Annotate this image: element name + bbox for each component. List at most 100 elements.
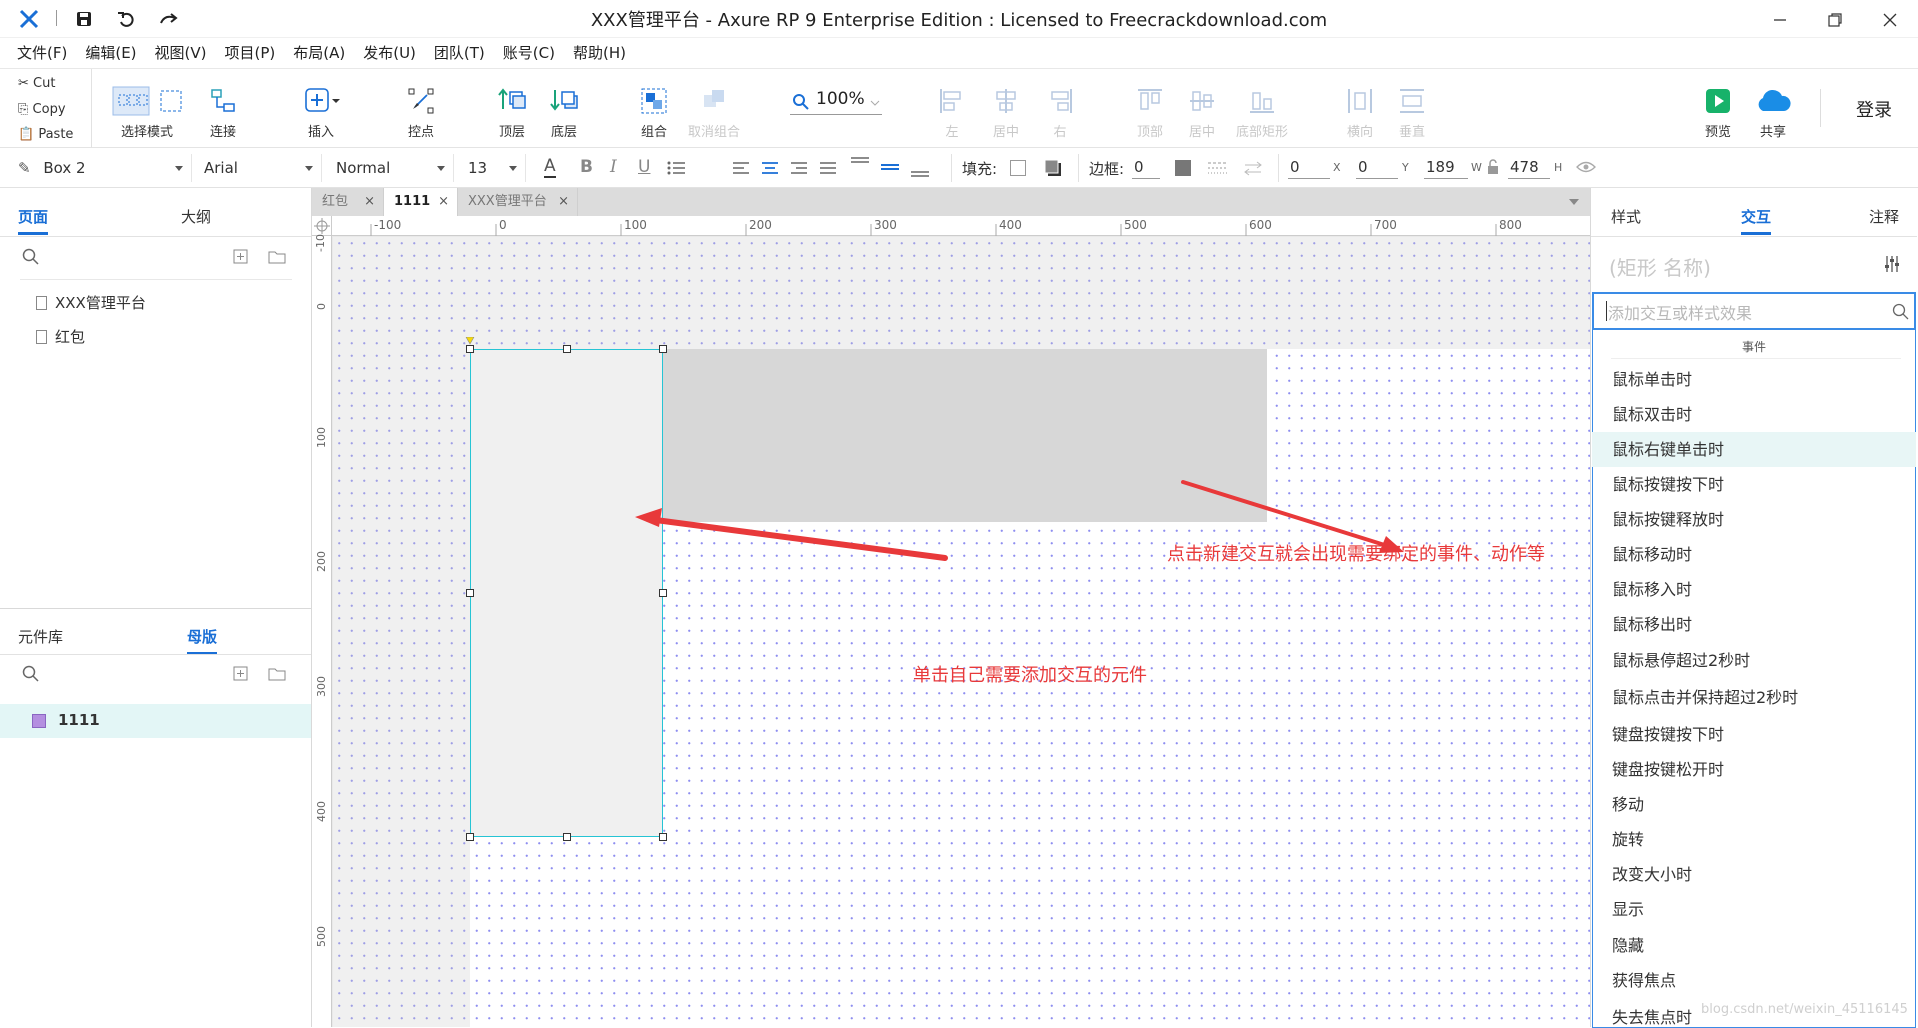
- preview-button[interactable]: 预览: [1700, 69, 1736, 149]
- event-item[interactable]: 获得焦点: [1592, 963, 1916, 998]
- design-canvas[interactable]: [333, 237, 1590, 1027]
- x-position-field[interactable]: 0: [1288, 157, 1330, 179]
- tab-outline[interactable]: 大纲: [181, 206, 211, 227]
- send-bottom-button[interactable]: 底层: [542, 69, 586, 149]
- border-style-icon[interactable]: [1207, 159, 1229, 177]
- doc-tab-active[interactable]: 1111 ×: [384, 188, 458, 216]
- menu-help[interactable]: 帮助(H): [564, 40, 635, 66]
- group-button[interactable]: 组合: [632, 69, 676, 149]
- tab-library[interactable]: 元件库: [18, 626, 63, 647]
- lock-aspect-icon[interactable]: [1486, 159, 1500, 175]
- text-align-center-icon[interactable]: [761, 160, 779, 176]
- gray-rectangle-widget[interactable]: [663, 349, 1267, 522]
- valign-top-icon[interactable]: [850, 156, 870, 178]
- align-center-button[interactable]: 居中: [988, 69, 1024, 149]
- masters-search-icon[interactable]: [22, 665, 40, 683]
- text-align-left-icon[interactable]: [732, 160, 750, 176]
- distribute-vertical-button[interactable]: 垂直: [1392, 69, 1432, 149]
- cut-button[interactable]: ✂ Cut: [18, 72, 55, 96]
- event-item[interactable]: 鼠标悬停超过2秒时: [1592, 643, 1916, 678]
- font-family-select[interactable]: Arial: [198, 154, 322, 182]
- page-item[interactable]: XXX管理平台: [36, 292, 146, 313]
- font-style-select[interactable]: Normal: [330, 154, 454, 182]
- login-button[interactable]: 登录: [1856, 96, 1892, 122]
- event-item[interactable]: 键盘按键松开时: [1592, 752, 1916, 787]
- select-mode-button[interactable]: 选择模式: [102, 69, 192, 149]
- align-middle-button[interactable]: 居中: [1184, 69, 1220, 149]
- page-item[interactable]: 红包: [36, 326, 85, 347]
- close-tab-icon[interactable]: ×: [438, 188, 449, 216]
- width-field[interactable]: 189: [1424, 157, 1468, 179]
- event-item[interactable]: 改变大小时: [1592, 857, 1916, 892]
- minimize-icon[interactable]: [1772, 12, 1788, 28]
- align-right-button[interactable]: 右: [1042, 69, 1078, 149]
- fill-color-swatch[interactable]: [1010, 160, 1026, 176]
- copy-button[interactable]: ⎘ Copy: [18, 98, 66, 122]
- event-item[interactable]: 旋转: [1592, 822, 1916, 857]
- zoom-select[interactable]: 100%: [790, 87, 882, 115]
- distribute-horizontal-button[interactable]: 横向: [1340, 69, 1380, 149]
- font-color-icon[interactable]: A: [544, 156, 556, 178]
- font-size-select[interactable]: 13: [462, 154, 526, 182]
- text-justify-icon[interactable]: [819, 160, 837, 176]
- align-bottom-button[interactable]: 底部矩形: [1232, 69, 1292, 149]
- tab-notes[interactable]: 注释: [1869, 206, 1899, 227]
- bold-icon[interactable]: B: [580, 157, 593, 177]
- event-item[interactable]: 移动: [1592, 787, 1916, 822]
- close-tab-icon[interactable]: ×: [364, 188, 375, 216]
- add-page-icon[interactable]: [233, 249, 249, 265]
- master-item-selected[interactable]: 1111: [0, 704, 311, 738]
- interaction-search-input[interactable]: 添加交互或样式效果: [1592, 292, 1916, 330]
- insert-button[interactable]: 插入: [296, 69, 346, 149]
- event-item[interactable]: 隐藏: [1592, 928, 1916, 963]
- close-tab-icon[interactable]: ×: [558, 188, 569, 216]
- point-button[interactable]: 控点: [398, 69, 444, 149]
- event-item[interactable]: 鼠标双击时: [1592, 397, 1916, 432]
- add-master-icon[interactable]: [233, 666, 249, 682]
- menu-team[interactable]: 团队(T): [425, 40, 494, 66]
- event-item[interactable]: 键盘按键按下时: [1592, 717, 1916, 752]
- ungroup-button[interactable]: 取消组合: [684, 69, 744, 149]
- menu-publish[interactable]: 发布(U): [354, 40, 425, 66]
- bring-top-button[interactable]: 顶层: [490, 69, 534, 149]
- doc-tab[interactable]: XXX管理平台 ×: [458, 188, 578, 216]
- event-item[interactable]: 鼠标点击并保持超过2秒时: [1592, 680, 1916, 715]
- widget-selector[interactable]: ✎ Box 2: [12, 154, 192, 182]
- tab-style[interactable]: 样式: [1611, 206, 1641, 227]
- text-align-right-icon[interactable]: [790, 160, 808, 176]
- align-top-button[interactable]: 顶部: [1130, 69, 1170, 149]
- close-window-icon[interactable]: [1882, 12, 1898, 28]
- visibility-eye-icon[interactable]: [1576, 160, 1596, 174]
- add-master-folder-icon[interactable]: [268, 666, 286, 682]
- align-left-button[interactable]: 左: [934, 69, 970, 149]
- menu-edit[interactable]: 编辑(E): [76, 40, 145, 66]
- menu-file[interactable]: 文件(F): [8, 40, 76, 66]
- event-item[interactable]: 显示: [1592, 892, 1916, 927]
- add-folder-icon[interactable]: [268, 249, 286, 265]
- border-color-swatch[interactable]: [1175, 160, 1191, 176]
- event-item[interactable]: 鼠标移出时: [1592, 607, 1916, 642]
- settings-sliders-icon[interactable]: [1883, 255, 1901, 273]
- shadow-icon[interactable]: [1044, 159, 1062, 177]
- italic-icon[interactable]: I: [610, 157, 617, 177]
- widget-name-field[interactable]: (矩形 名称): [1609, 252, 1711, 281]
- tabs-overflow-icon[interactable]: [1568, 198, 1580, 206]
- menu-layout[interactable]: 布局(A): [284, 40, 354, 66]
- valign-bottom-icon[interactable]: [910, 156, 930, 178]
- bullet-list-icon[interactable]: [666, 159, 686, 177]
- connect-button[interactable]: 连接: [200, 69, 246, 149]
- restore-icon[interactable]: [1827, 12, 1843, 28]
- border-width-field[interactable]: 0: [1132, 157, 1160, 179]
- share-button[interactable]: 共享: [1752, 69, 1794, 149]
- height-field[interactable]: 478: [1508, 157, 1550, 179]
- selection-handles[interactable]: [463, 337, 673, 847]
- tab-pages[interactable]: 页面: [18, 206, 49, 235]
- event-item[interactable]: 鼠标移动时: [1592, 537, 1916, 572]
- underline-icon[interactable]: U: [638, 157, 650, 177]
- paste-button[interactable]: 📋 Paste: [18, 123, 73, 147]
- menu-account[interactable]: 账号(C): [494, 40, 564, 66]
- event-item[interactable]: 鼠标移入时: [1592, 572, 1916, 607]
- event-item[interactable]: 鼠标单击时: [1592, 362, 1916, 397]
- tab-interactions[interactable]: 交互: [1741, 206, 1772, 235]
- event-item[interactable]: 鼠标按键释放时: [1592, 502, 1916, 537]
